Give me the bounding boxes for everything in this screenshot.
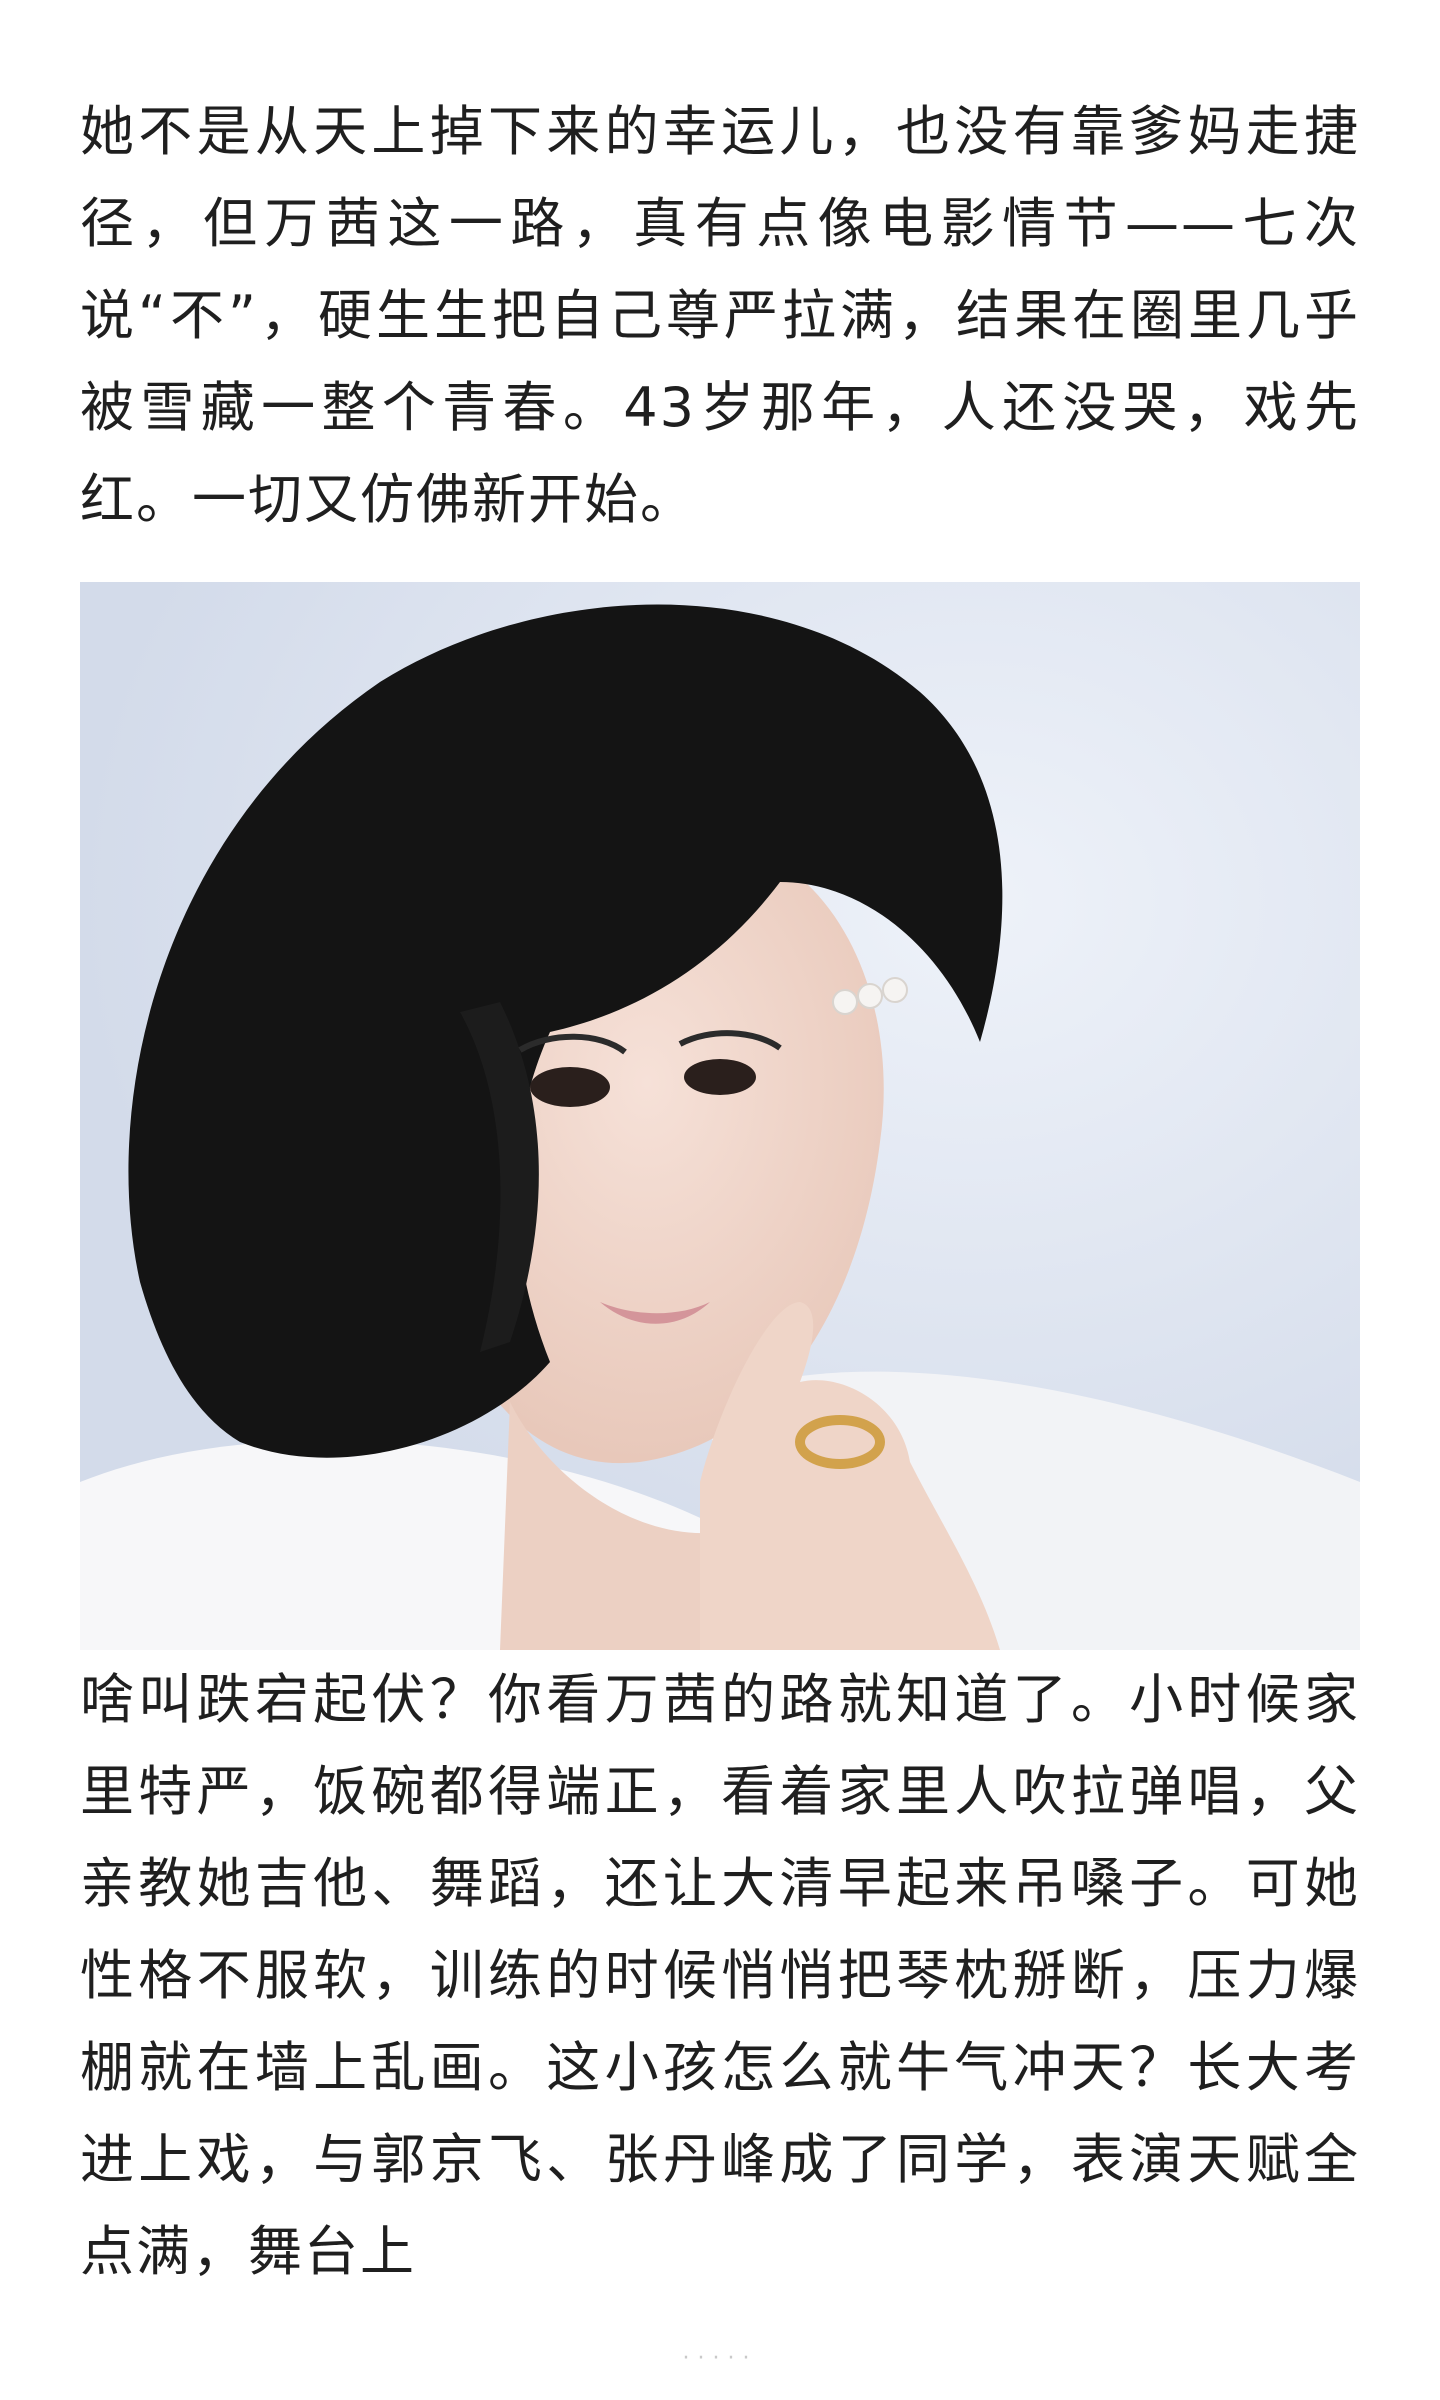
article-paragraph-1: 她不是从天上掉下来的幸运儿，也没有靠爹妈走捷径，但万茜这一路，真有点像电影情节—… bbox=[80, 100, 1360, 531]
page-end-indicator: ····· bbox=[682, 2346, 758, 2371]
portrait-illustration bbox=[80, 582, 1360, 1650]
portrait-photo[interactable] bbox=[80, 582, 1360, 1650]
article-paragraph-2: 啥叫跌宕起伏？你看万茜的路就知道了。小时候家里特严，饭碗都得端正，看着家里人吹拉… bbox=[80, 1668, 1360, 2283]
